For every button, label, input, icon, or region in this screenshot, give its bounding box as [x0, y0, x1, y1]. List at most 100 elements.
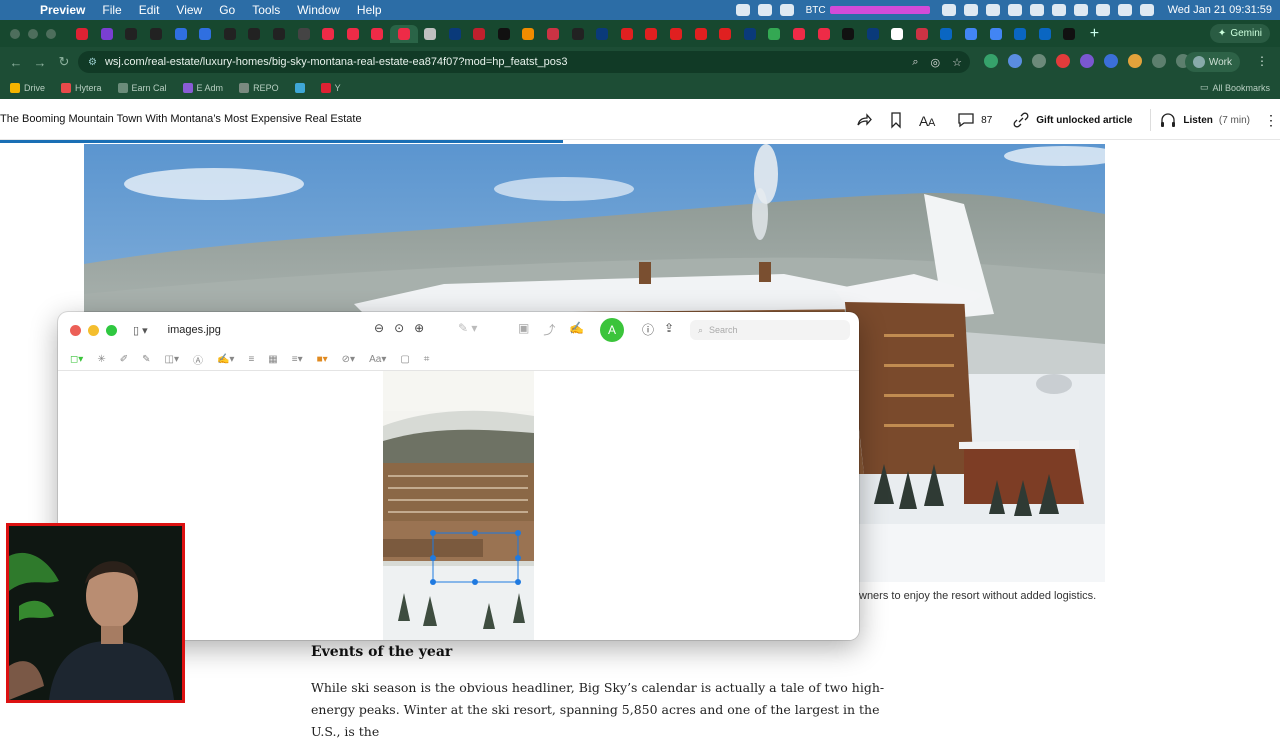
crop-icon[interactable]: ⌗ — [424, 354, 430, 365]
browser-tab[interactable] — [836, 25, 861, 43]
bookmark-e-adm[interactable]: E Adm — [182, 83, 223, 93]
font-style-button[interactable]: Aa▾ — [369, 354, 386, 365]
browser-tab[interactable] — [193, 25, 218, 43]
extension-icon[interactable] — [1032, 54, 1046, 68]
browser-tab[interactable] — [418, 25, 443, 43]
browser-tab[interactable] — [516, 25, 541, 43]
menu-edit[interactable]: Edit — [139, 3, 160, 17]
sketch-icon[interactable]: ✐ — [120, 354, 128, 365]
browser-tab[interactable] — [664, 25, 689, 43]
browser-tab[interactable] — [860, 25, 885, 43]
menu-view[interactable]: View — [176, 3, 202, 17]
bookmark-y[interactable]: Y — [320, 83, 341, 93]
browser-tab[interactable] — [1057, 25, 1082, 43]
status-app-icon[interactable] — [1029, 4, 1044, 16]
status-app-icon[interactable] — [757, 4, 772, 16]
browser-tab[interactable] — [168, 25, 193, 43]
highlight-pen-icon[interactable]: ✎ ▾ — [458, 321, 477, 335]
btc-ticker[interactable]: BTC — [806, 5, 930, 16]
bookmark-button[interactable] — [887, 111, 905, 129]
wifi-icon[interactable] — [1095, 4, 1110, 16]
browser-tab[interactable] — [70, 25, 95, 43]
share-button[interactable] — [855, 111, 873, 129]
share-icon[interactable]: ⇪ — [664, 321, 674, 335]
browser-tab[interactable] — [1033, 25, 1058, 43]
profile-button[interactable]: Work — [1184, 52, 1240, 72]
browser-tab[interactable] — [983, 25, 1008, 43]
browser-tab[interactable] — [267, 25, 292, 43]
tab-active[interactable] — [389, 24, 418, 43]
line-style-icon[interactable]: ≡▾ — [292, 354, 303, 365]
browser-tab[interactable] — [365, 25, 390, 43]
back-arrow-icon[interactable]: ← — [4, 55, 28, 70]
speech-bubble-icon[interactable]: ▢ — [400, 354, 409, 365]
browser-tab[interactable] — [910, 25, 935, 43]
status-app-icon[interactable] — [963, 4, 978, 16]
draw-icon[interactable]: ✎ — [142, 354, 150, 365]
control-center-icon[interactable] — [1139, 4, 1154, 16]
note-icon[interactable]: ≡ — [248, 354, 254, 365]
eye-slash-icon[interactable]: ◎ — [931, 56, 941, 69]
zoom-icon[interactable]: ⌕ — [912, 56, 918, 69]
extension-icon[interactable] — [1104, 54, 1118, 68]
search-icon[interactable] — [1117, 4, 1132, 16]
browser-tab[interactable] — [787, 25, 812, 43]
browser-tab[interactable] — [614, 25, 639, 43]
opened-image[interactable] — [383, 371, 534, 640]
menu-window[interactable]: Window — [297, 3, 340, 17]
signature-icon[interactable]: ✍▾ — [217, 354, 234, 365]
browser-tab[interactable] — [442, 25, 467, 43]
zoom-in-icon[interactable]: ⊕ — [414, 321, 424, 335]
status-app-icon[interactable] — [1007, 4, 1022, 16]
adjust-color-icon[interactable]: ▦ — [268, 354, 277, 365]
bookmark-hytera[interactable]: Hytera — [61, 83, 102, 93]
browser-tab[interactable] — [639, 25, 664, 43]
minimize-window-button[interactable] — [88, 324, 99, 336]
forward-arrow-icon[interactable]: → — [28, 55, 52, 70]
border-color-icon[interactable]: ■▾ — [317, 354, 328, 365]
all-bookmarks[interactable]: ▭ All Bookmarks — [1200, 82, 1270, 93]
instant-alpha-icon[interactable]: ✳ — [97, 354, 105, 365]
browser-tab[interactable] — [737, 25, 762, 43]
document-filename[interactable]: images.jpg — [168, 324, 221, 336]
status-app-icon[interactable] — [735, 4, 750, 16]
browser-tab[interactable] — [590, 25, 615, 43]
browser-tab[interactable] — [541, 25, 566, 43]
extension-icon[interactable] — [1128, 54, 1142, 68]
browser-menu-icon[interactable]: ⋮ — [1256, 54, 1268, 68]
selection-tool-icon[interactable]: ◻▾ — [70, 354, 83, 365]
sign-icon[interactable]: ✍ — [569, 321, 584, 338]
close-window-button[interactable] — [70, 324, 81, 336]
browser-tab[interactable] — [713, 25, 738, 43]
menu-file[interactable]: File — [102, 3, 121, 17]
gift-article-button[interactable]: Gift unlocked article — [1012, 111, 1132, 129]
zoom-fit-icon[interactable]: ⊙ — [394, 321, 404, 335]
menubar-clock[interactable]: Wed Jan 21 09:31:59 — [1168, 4, 1272, 16]
gemini-button[interactable]: ✦ Gemini — [1209, 24, 1270, 43]
browser-tab[interactable] — [762, 25, 787, 43]
zoom-out-icon[interactable]: ⊖ — [374, 321, 384, 335]
shield-icon[interactable] — [779, 4, 794, 16]
comments-button[interactable]: 87 — [957, 111, 992, 129]
sidebar-toggle-icon[interactable]: ▯ ▾ — [133, 324, 148, 337]
rotate-icon[interactable]: ▣ — [518, 321, 529, 338]
browser-tab[interactable] — [144, 25, 169, 43]
fill-color-icon[interactable]: ⊘▾ — [342, 354, 355, 365]
extension-icon[interactable] — [1008, 54, 1022, 68]
puzzle-icon[interactable] — [1152, 54, 1166, 68]
text-box-icon[interactable]: Ⓐ — [193, 352, 203, 367]
zoom-window-button[interactable] — [106, 324, 117, 336]
browser-tab[interactable] — [467, 25, 492, 43]
bookmark-star-site[interactable] — [294, 83, 305, 93]
status-app-icon[interactable] — [941, 4, 956, 16]
browser-tab[interactable] — [811, 25, 836, 43]
status-app-icon[interactable] — [985, 4, 1000, 16]
browser-tab[interactable] — [218, 25, 243, 43]
extension-icon[interactable] — [1080, 54, 1094, 68]
markup-toggle-button[interactable]: A — [600, 318, 624, 342]
volume-icon[interactable] — [1073, 4, 1088, 16]
url-text[interactable]: wsj.com/real-estate/luxury-homes/big-sky… — [105, 56, 568, 68]
bookmark-drive[interactable]: Drive — [10, 83, 45, 93]
search-field[interactable]: ⌕ Search — [690, 320, 850, 340]
minimize-window-button[interactable] — [28, 28, 38, 39]
